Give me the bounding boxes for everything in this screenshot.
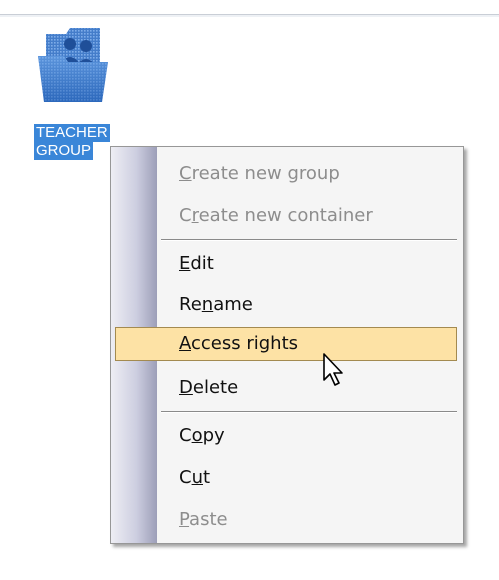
menu-item-delete[interactable]: Delete — [111, 371, 463, 405]
folder-label-line2: GROUP — [34, 142, 94, 160]
menu-item-edit[interactable]: Edit — [111, 247, 463, 281]
menu-separator — [161, 239, 457, 241]
folder-group-icon[interactable] — [36, 24, 110, 104]
window-top-border — [0, 0, 499, 17]
menu-item-copy[interactable]: Copy — [111, 419, 463, 453]
menu-item-create-new-container[interactable]: Create new container — [111, 199, 463, 233]
menu-item-create-new-group[interactable]: Create new group — [111, 157, 463, 191]
menu-item-rename[interactable]: Rename — [111, 288, 463, 322]
menu-item-access-rights[interactable]: Access rights — [111, 327, 463, 361]
menu-item-cut[interactable]: Cut — [111, 461, 463, 495]
menu-item-paste[interactable]: Paste — [111, 503, 463, 537]
context-menu: Create new group Create new container Ed… — [110, 146, 464, 544]
menu-separator — [161, 411, 457, 413]
arrow-pointer-icon — [322, 352, 346, 388]
folder-label-line1: TEACHER — [34, 124, 110, 142]
